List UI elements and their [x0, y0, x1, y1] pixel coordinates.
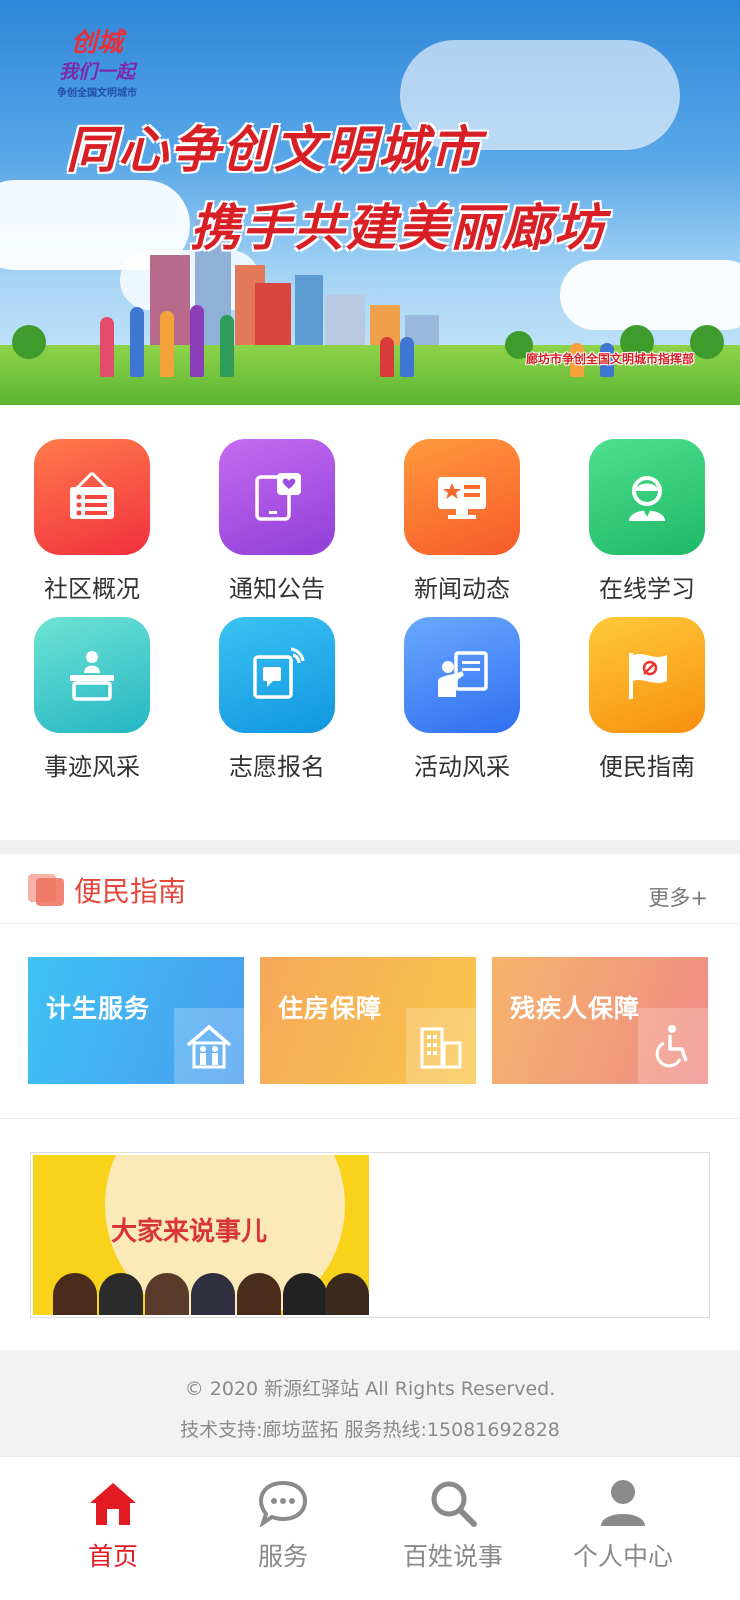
nav-label: 首页: [87, 1542, 138, 1571]
nav-label: 个人中心: [572, 1542, 673, 1571]
person-decoration: [220, 315, 234, 377]
grid-label: 志愿报名: [229, 753, 325, 781]
person-decoration: [380, 337, 394, 377]
wheelchair-icon: [638, 1008, 708, 1084]
copyright-text: © 2020 新源红驿站 All Rights Reserved.: [184, 1378, 556, 1400]
person-head: [191, 1273, 235, 1315]
person-head: [145, 1273, 189, 1315]
building-decoration: [295, 275, 323, 355]
chat-bubble-icon: [203, 1477, 363, 1529]
more-link[interactable]: 更多+: [648, 882, 708, 912]
card-label: 计生服务: [46, 994, 151, 1023]
section-title: 便民指南: [74, 875, 187, 908]
signal-tablet-icon: [219, 617, 335, 733]
person-decoration: [190, 305, 204, 377]
page-footer: © 2020 新源红驿站 All Rights Reserved. 技术支持:廊…: [0, 1350, 740, 1456]
grid-label: 在线学习: [599, 575, 695, 603]
guide-section-header: 便民指南 更多+: [0, 854, 740, 924]
home-icon: [33, 1477, 193, 1529]
search-icon: [373, 1477, 533, 1529]
grid-label: 事迹风采: [44, 753, 140, 781]
service-cards: 计生服务 住房保障 残疾人保障: [0, 924, 740, 1119]
person-head: [53, 1273, 97, 1315]
logo-caption: 争创全国文明城市: [57, 88, 137, 99]
person-head: [99, 1273, 143, 1315]
banner-slogan-2: 携手共建美丽廊坊: [190, 198, 606, 257]
grid-item-volunteer[interactable]: 志愿报名: [197, 617, 357, 782]
nav-service[interactable]: 服务: [203, 1477, 363, 1573]
card-label: 残疾人保障: [510, 994, 641, 1023]
card-disability[interactable]: 残疾人保障: [492, 957, 708, 1084]
tree-decoration: [690, 325, 724, 359]
promo-illustration: 大家来说事儿: [33, 1155, 369, 1315]
monitor-star-icon: [404, 439, 520, 555]
talk-promo-banner[interactable]: 大家来说事儿: [30, 1152, 710, 1318]
grid-label: 通知公告: [229, 575, 325, 603]
notice-board-icon: [34, 439, 150, 555]
campaign-logo: 创城 我们一起 争创全国文明城市: [42, 22, 152, 99]
student-icon: [589, 439, 705, 555]
tablet-heart-icon: [219, 439, 335, 555]
cloud-decoration: [560, 260, 740, 330]
grid-item-community-overview[interactable]: 社区概况: [12, 439, 172, 604]
grid-item-news[interactable]: 新闻动态: [382, 439, 542, 604]
family-house-icon: [174, 1008, 244, 1084]
person-head: [325, 1273, 369, 1315]
nav-label: 服务: [257, 1542, 308, 1571]
logo-subtitle: 我们一起: [58, 61, 135, 83]
card-housing[interactable]: 住房保障: [260, 957, 476, 1084]
person-decoration: [100, 317, 114, 377]
support-hotline-text: 技术支持:廊坊蓝拓 服务热线:15081692828: [180, 1419, 560, 1441]
user-icon: [543, 1477, 703, 1529]
teacher-board-icon: [404, 617, 520, 733]
buildings-icon: [406, 1008, 476, 1084]
grid-label: 活动风采: [414, 753, 510, 781]
person-decoration: [130, 307, 144, 377]
card-label: 住房保障: [278, 994, 383, 1023]
person-head: [283, 1273, 327, 1315]
nav-home[interactable]: 首页: [33, 1477, 193, 1573]
hero-banner[interactable]: 创城 我们一起 争创全国文明城市 同心争创文明城市 携手共建美丽廊坊 廊坊市争创…: [0, 0, 740, 405]
grid-label: 新闻动态: [414, 575, 510, 603]
section-divider: [0, 840, 740, 854]
grid-label: 社区概况: [44, 575, 140, 603]
podium-speaker-icon: [34, 617, 150, 733]
nav-profile[interactable]: 个人中心: [543, 1477, 703, 1573]
party-flag-icon: [589, 617, 705, 733]
grid-item-convenience-guide[interactable]: 便民指南: [567, 617, 727, 782]
logo-title: 创城: [70, 28, 123, 58]
bottom-nav: 首页 服务 百姓说事 个人中心: [0, 1456, 740, 1600]
banner-credit: 廊坊市争创全国文明城市指挥部: [525, 352, 694, 366]
person-decoration: [400, 337, 414, 377]
grid-item-online-learning[interactable]: 在线学习: [567, 439, 727, 604]
person-decoration: [160, 311, 174, 377]
nav-label: 百姓说事: [402, 1542, 503, 1571]
grid-label: 便民指南: [599, 753, 695, 781]
promo-text: 大家来说事儿: [111, 1217, 268, 1247]
banner-slogan-1: 同心争创文明城市: [66, 120, 482, 179]
section-marker-icon: [28, 874, 64, 906]
person-head: [237, 1273, 281, 1315]
grid-item-notices[interactable]: 通知公告: [197, 439, 357, 604]
nav-citizen-talk[interactable]: 百姓说事: [373, 1477, 533, 1573]
card-family-planning[interactable]: 计生服务: [28, 957, 244, 1084]
tree-decoration: [12, 325, 46, 359]
grid-item-activities[interactable]: 活动风采: [382, 617, 542, 782]
feature-grid: 社区概况 通知公告 新闻动态 在线学习 事迹风采 志愿报名 活动风采 便民指南: [0, 405, 740, 840]
grid-item-deeds[interactable]: 事迹风采: [12, 617, 172, 782]
